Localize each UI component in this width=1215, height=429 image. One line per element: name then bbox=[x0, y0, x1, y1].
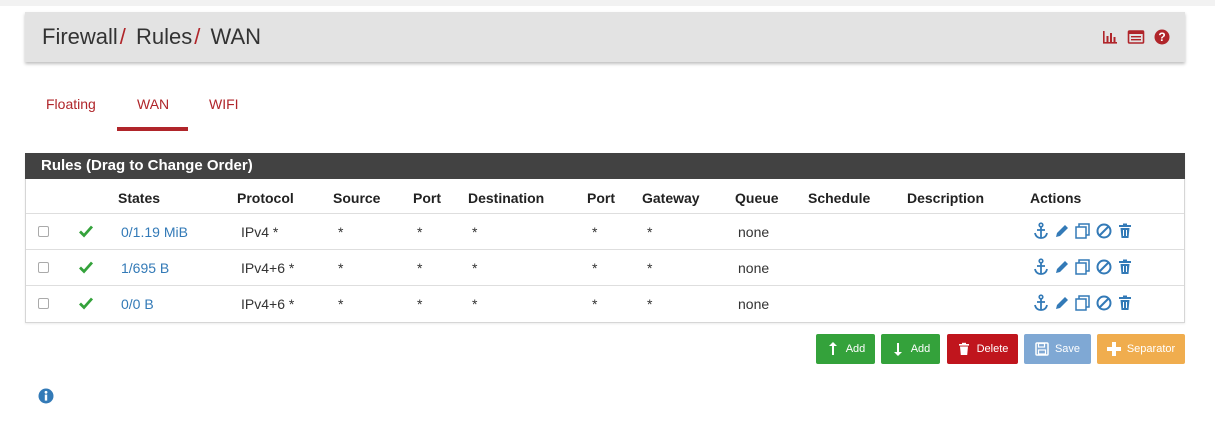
arrow-up-icon bbox=[826, 342, 840, 356]
copy-icon[interactable] bbox=[1074, 258, 1092, 276]
rules-panel: Rules (Drag to Change Order) States Prot… bbox=[25, 153, 1185, 323]
queue-cell: none bbox=[738, 296, 770, 312]
check-icon[interactable] bbox=[78, 223, 94, 239]
row-select-checkbox[interactable] bbox=[38, 262, 49, 273]
trash-icon[interactable] bbox=[1116, 258, 1134, 276]
column-header-port2[interactable]: Port bbox=[587, 190, 615, 206]
copy-icon[interactable] bbox=[1074, 294, 1092, 312]
svg-text:?: ? bbox=[1158, 30, 1165, 44]
plus-icon bbox=[1106, 342, 1121, 356]
add-bottom-label: Add bbox=[910, 343, 931, 355]
destination-cell: * bbox=[472, 260, 478, 276]
port-cell: * bbox=[417, 296, 423, 312]
breadcrumb: Firewall/ Rules/ WAN bbox=[42, 24, 261, 50]
page-header: Firewall/ Rules/ WAN ? bbox=[25, 12, 1185, 62]
add-rule-bottom-button[interactable]: Add bbox=[881, 334, 940, 364]
arrow-down-icon bbox=[891, 342, 905, 356]
disable-icon[interactable] bbox=[1095, 222, 1113, 240]
tab-wifi[interactable]: WIFI bbox=[209, 96, 239, 112]
check-icon[interactable] bbox=[78, 295, 94, 311]
anchor-icon[interactable] bbox=[1032, 222, 1050, 240]
row-select-checkbox[interactable] bbox=[38, 298, 49, 309]
column-header-destination[interactable]: Destination bbox=[468, 190, 544, 206]
port-cell: * bbox=[417, 224, 423, 240]
source-cell: * bbox=[338, 224, 344, 240]
port2-cell: * bbox=[592, 224, 598, 240]
bar-chart-icon[interactable] bbox=[1101, 28, 1119, 46]
copy-icon[interactable] bbox=[1074, 222, 1092, 240]
column-header-description[interactable]: Description bbox=[907, 190, 984, 206]
gateway-cell: * bbox=[647, 224, 653, 240]
breadcrumb-firewall[interactable]: Firewall bbox=[42, 24, 118, 49]
breadcrumb-separator: / bbox=[119, 24, 126, 49]
header-icons: ? bbox=[1101, 28, 1171, 46]
add-separator-button[interactable]: Separator bbox=[1097, 334, 1185, 364]
list-icon[interactable] bbox=[1127, 28, 1145, 46]
column-header-queue[interactable]: Queue bbox=[735, 190, 779, 206]
disable-icon[interactable] bbox=[1095, 294, 1113, 312]
disable-icon[interactable] bbox=[1095, 258, 1113, 276]
delete-button[interactable]: Delete bbox=[947, 334, 1018, 364]
table-row[interactable]: 1/695 B IPv4+6 * * * * * * none bbox=[26, 249, 1184, 286]
column-header-schedule[interactable]: Schedule bbox=[808, 190, 870, 206]
breadcrumb-separator: / bbox=[194, 24, 201, 49]
states-link[interactable]: 1/695 B bbox=[121, 260, 169, 276]
port2-cell: * bbox=[592, 296, 598, 312]
save-label: Save bbox=[1054, 343, 1081, 355]
row-actions bbox=[1032, 222, 1134, 240]
trash-icon bbox=[957, 342, 971, 356]
help-icon[interactable]: ? bbox=[1153, 28, 1171, 46]
row-select-checkbox[interactable] bbox=[38, 226, 49, 237]
breadcrumb-rules[interactable]: Rules bbox=[136, 24, 192, 49]
top-band bbox=[0, 0, 1215, 6]
states-link[interactable]: 0/0 B bbox=[121, 296, 154, 312]
pencil-icon[interactable] bbox=[1053, 222, 1071, 240]
add-rule-top-button[interactable]: Add bbox=[816, 334, 875, 364]
anchor-icon[interactable] bbox=[1032, 258, 1050, 276]
protocol-cell: IPv4+6 * bbox=[241, 260, 295, 276]
gateway-cell: * bbox=[647, 296, 653, 312]
table-row[interactable]: 0/1.19 MiB IPv4 * * * * * * none bbox=[26, 213, 1184, 250]
active-tab-indicator bbox=[117, 127, 188, 131]
column-header-gateway[interactable]: Gateway bbox=[642, 190, 700, 206]
protocol-cell: IPv4 * bbox=[241, 224, 279, 240]
info-icon[interactable] bbox=[38, 388, 54, 404]
port2-cell: * bbox=[592, 260, 598, 276]
tab-wan[interactable]: WAN bbox=[137, 96, 169, 112]
column-header-source[interactable]: Source bbox=[333, 190, 380, 206]
breadcrumb-wan[interactable]: WAN bbox=[211, 24, 262, 49]
floppy-disk-icon bbox=[1035, 342, 1049, 356]
check-icon[interactable] bbox=[78, 259, 94, 275]
source-cell: * bbox=[338, 296, 344, 312]
column-header-port[interactable]: Port bbox=[413, 190, 441, 206]
states-link[interactable]: 0/1.19 MiB bbox=[121, 224, 188, 240]
table-row[interactable]: 0/0 B IPv4+6 * * * * * * none bbox=[26, 285, 1184, 322]
separator-label: Separator bbox=[1126, 343, 1176, 355]
pencil-icon[interactable] bbox=[1053, 294, 1071, 312]
port-cell: * bbox=[417, 260, 423, 276]
gateway-cell: * bbox=[647, 260, 653, 276]
delete-label: Delete bbox=[976, 343, 1009, 355]
save-button[interactable]: Save bbox=[1024, 334, 1091, 364]
column-header-actions: Actions bbox=[1030, 190, 1082, 206]
tab-floating[interactable]: Floating bbox=[46, 96, 96, 112]
row-actions bbox=[1032, 258, 1134, 276]
trash-icon[interactable] bbox=[1116, 222, 1134, 240]
queue-cell: none bbox=[738, 260, 770, 276]
destination-cell: * bbox=[472, 224, 478, 240]
protocol-cell: IPv4+6 * bbox=[241, 296, 295, 312]
source-cell: * bbox=[338, 260, 344, 276]
anchor-icon[interactable] bbox=[1032, 294, 1050, 312]
panel-title: Rules (Drag to Change Order) bbox=[25, 153, 1185, 179]
column-header-states[interactable]: States bbox=[118, 190, 160, 206]
queue-cell: none bbox=[738, 224, 770, 240]
trash-icon[interactable] bbox=[1116, 294, 1134, 312]
column-header-protocol[interactable]: Protocol bbox=[237, 190, 294, 206]
pencil-icon[interactable] bbox=[1053, 258, 1071, 276]
destination-cell: * bbox=[472, 296, 478, 312]
row-actions bbox=[1032, 294, 1134, 312]
add-top-label: Add bbox=[845, 343, 866, 355]
